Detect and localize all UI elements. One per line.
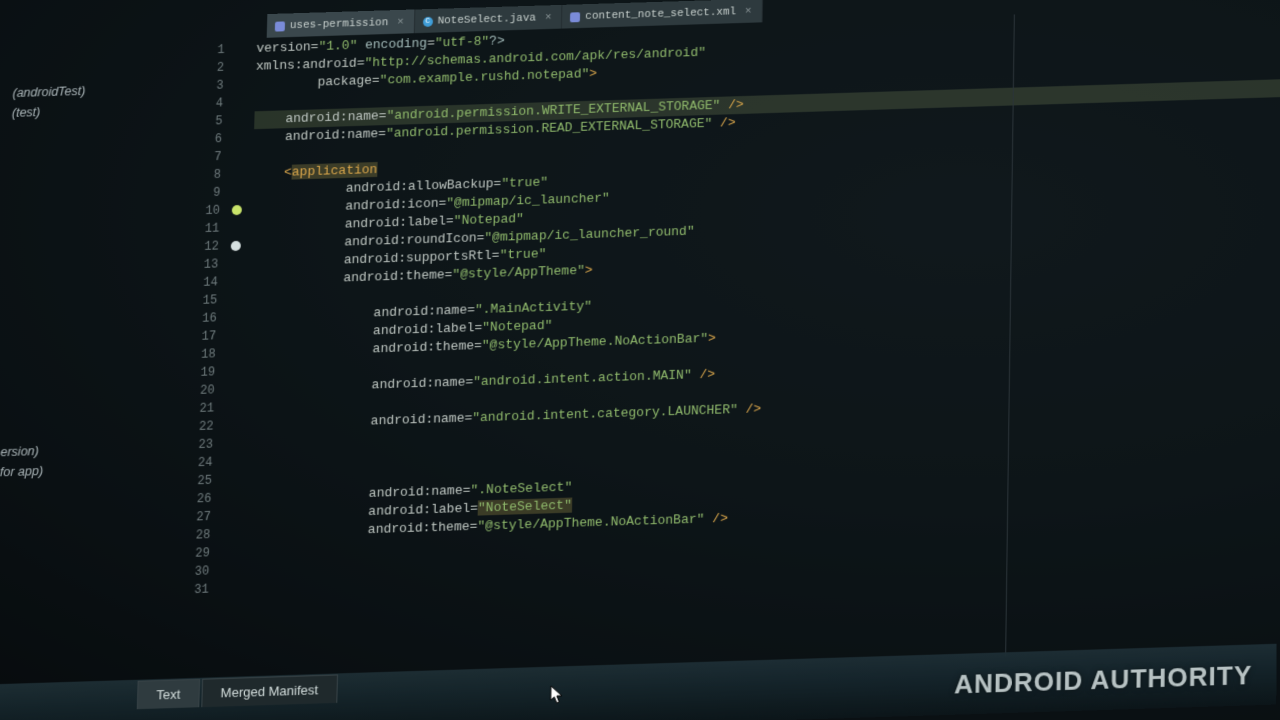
editor-bottom-tabs: Text Merged Manifest xyxy=(137,673,340,710)
file-tab-label: uses-permission xyxy=(290,17,389,32)
close-icon[interactable]: × xyxy=(545,12,552,24)
gutter-icon-breakpoint xyxy=(229,237,251,256)
code-body[interactable]: version="1.0" encoding="utf-8"?>xmlns:an… xyxy=(238,6,1280,681)
xml-file-icon xyxy=(570,12,580,22)
java-file-icon: C xyxy=(423,17,433,27)
file-tab-label: NoteSelect.java xyxy=(437,13,536,28)
mouse-cursor-icon xyxy=(550,685,565,706)
project-item[interactable]: for app) xyxy=(0,457,177,483)
gutter-icon-warning xyxy=(230,201,252,220)
tab-merged-manifest[interactable]: Merged Manifest xyxy=(201,674,338,707)
xml-file-icon xyxy=(275,21,285,31)
close-icon[interactable]: × xyxy=(745,6,752,18)
file-tab-label: content_note_select.xml xyxy=(585,6,736,23)
close-icon[interactable]: × xyxy=(397,17,404,29)
code-editor[interactable]: 1234567891011121314151617181920212223242… xyxy=(170,6,1280,683)
project-tree[interactable]: (androidTest) (test) ersion) for app) xyxy=(0,78,188,483)
tab-text[interactable]: Text xyxy=(137,679,200,709)
